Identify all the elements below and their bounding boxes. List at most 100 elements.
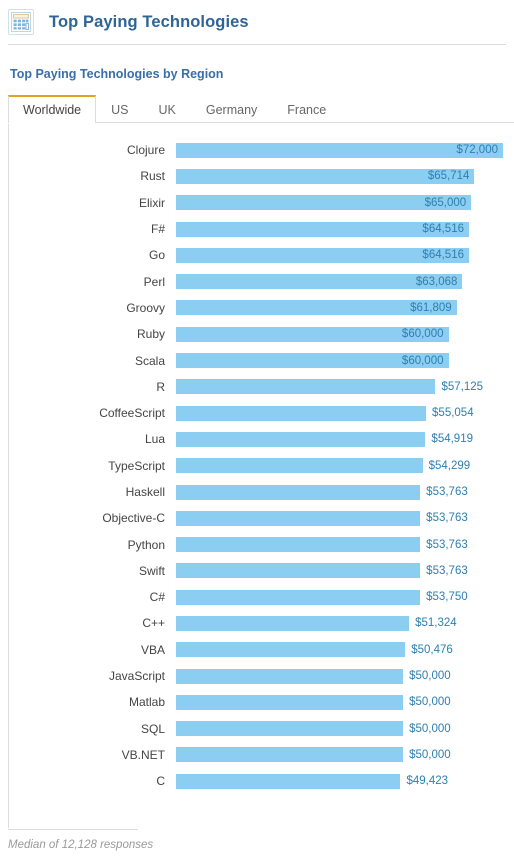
bar-fill[interactable]: $64,516 [176, 221, 469, 237]
bar-category-label: Ruby [136, 327, 165, 342]
bar-fill[interactable] [176, 721, 404, 737]
bar-fill[interactable] [176, 484, 421, 500]
bar-row: Haskell $53,763 [9, 479, 503, 505]
bar-track: $54,299 [176, 458, 503, 474]
bar-track: $53,763 [176, 484, 503, 500]
bar-fill[interactable]: $60,000 [176, 326, 449, 342]
bar-track: $50,000 [176, 694, 503, 710]
bar-category-label: Matlab [128, 695, 165, 710]
bar-track: $64,516 [176, 247, 503, 263]
bar-track: $65,000 [176, 195, 503, 211]
bar-row: C# $53,750 [9, 584, 503, 610]
bar-row: Python $53,763 [9, 531, 503, 557]
bar-fill[interactable] [176, 537, 421, 553]
bar-category-label: CoffeeScript [99, 406, 165, 421]
bar-value-label: $54,919 [431, 433, 473, 446]
bar-row: R $57,125 [9, 374, 503, 400]
bar-row: F# $64,516 [9, 216, 503, 242]
bar-value-label: $51,324 [415, 617, 457, 630]
bar-value-label: $50,000 [409, 748, 451, 761]
bar-fill[interactable] [176, 431, 426, 447]
bar-fill[interactable]: $65,714 [176, 168, 475, 184]
bar-fill[interactable]: $60,000 [176, 353, 449, 369]
tab-uk-label: UK [158, 102, 176, 117]
bar-track: $53,763 [176, 537, 503, 553]
bar-fill[interactable] [176, 589, 421, 605]
bar-track: $65,714 [176, 168, 503, 184]
bar-row: Scala $60,000 [9, 347, 503, 373]
bar-fill[interactable]: $64,516 [176, 247, 469, 263]
bar-track: $50,000 [176, 747, 503, 763]
bar-track: $55,054 [176, 405, 503, 421]
bar-fill[interactable] [176, 773, 401, 789]
bar-row: VBA $50,476 [9, 637, 503, 663]
bar-fill[interactable]: $72,000 [176, 142, 503, 158]
bar-track: $53,750 [176, 589, 503, 605]
bar-row: Swift $53,763 [9, 558, 503, 584]
bar-category-label: Groovy [126, 300, 165, 315]
bar-category-label: Elixir [139, 195, 165, 210]
bar-value-label: $57,125 [441, 380, 484, 393]
bar-value-label: $50,000 [409, 696, 451, 709]
bar-fill[interactable] [176, 563, 421, 579]
bar-fill[interactable] [176, 379, 436, 395]
bar-fill[interactable] [176, 747, 404, 763]
bar-row: Elixir $65,000 [9, 190, 503, 216]
bar-category-label: F# [150, 222, 165, 237]
bar-row: C $49,423 [9, 768, 503, 794]
bar-value-label: $53,763 [426, 486, 468, 498]
bar-category-label: R [156, 379, 165, 394]
bar-row: Clojure $72,000 [9, 137, 503, 163]
bar-category-label: Lua [144, 432, 165, 447]
bar-fill[interactable]: $61,809 [176, 300, 457, 316]
bar-fill[interactable] [176, 694, 404, 710]
bar-category-label: SQL [140, 721, 165, 736]
bar-fill[interactable] [176, 668, 404, 684]
bar-track: $60,000 [176, 353, 503, 369]
bar-value-label: $55,054 [432, 407, 474, 420]
tab-france[interactable]: France [272, 95, 341, 123]
bar-track: $60,000 [176, 326, 503, 342]
section-title: Top Paying Technologies by Region [10, 67, 224, 81]
top-paying-technologies-bar-chart: Clojure $72,000 Rust $65,714 Elixir $65,000 F#… [9, 123, 514, 794]
calculator-icon [8, 9, 34, 35]
bar-value-label: $50,000 [409, 670, 451, 683]
bar-value-label: $54,299 [428, 459, 471, 472]
bar-category-label: C# [149, 590, 165, 605]
tab-france-label: France [287, 102, 327, 117]
bar-fill[interactable] [176, 405, 427, 421]
page-header: Top Paying Technologies [0, 0, 514, 44]
bar-row: TypeScript $54,299 [9, 453, 503, 479]
region-tabs: Worldwide US UK Germany France [8, 95, 514, 124]
bar-track: $50,000 [176, 668, 503, 684]
bar-category-label: Rust [140, 169, 165, 184]
bar-value-label: $72,000 [456, 144, 498, 157]
tab-worldwide[interactable]: Worldwide [8, 95, 97, 124]
bar-value-label: $53,763 [426, 538, 468, 551]
bar-fill[interactable]: $63,068 [176, 274, 463, 290]
bar-fill[interactable] [176, 510, 421, 526]
bar-fill[interactable] [176, 458, 423, 474]
bar-category-label: TypeScript [108, 458, 165, 473]
footer-divider [8, 829, 138, 830]
bar-fill[interactable]: $65,000 [176, 195, 472, 211]
bar-value-label: $50,476 [411, 643, 453, 656]
bar-track: $53,763 [176, 563, 503, 579]
tab-worldwide-label: Worldwide [23, 103, 82, 117]
page-title: Top Paying Technologies [49, 12, 249, 31]
bar-value-label: $53,763 [426, 564, 468, 577]
bar-category-label: C [156, 774, 165, 789]
bar-track: $49,423 [176, 773, 503, 789]
chart-footer: Median of 12,128 responses [8, 829, 208, 851]
bar-row: Perl $63,068 [9, 268, 503, 294]
bar-category-label: Scala [134, 353, 165, 368]
bar-row: C++ $51,324 [9, 610, 503, 636]
bar-fill[interactable] [176, 642, 406, 658]
bar-fill[interactable] [176, 615, 410, 631]
tab-germany[interactable]: Germany [191, 95, 272, 123]
bar-value-label: $53,750 [426, 591, 468, 604]
tab-us[interactable]: US [96, 95, 143, 123]
bar-value-label: $60,000 [401, 354, 444, 367]
tab-uk[interactable]: UK [144, 95, 191, 123]
bar-row: Rust $65,714 [9, 163, 503, 189]
